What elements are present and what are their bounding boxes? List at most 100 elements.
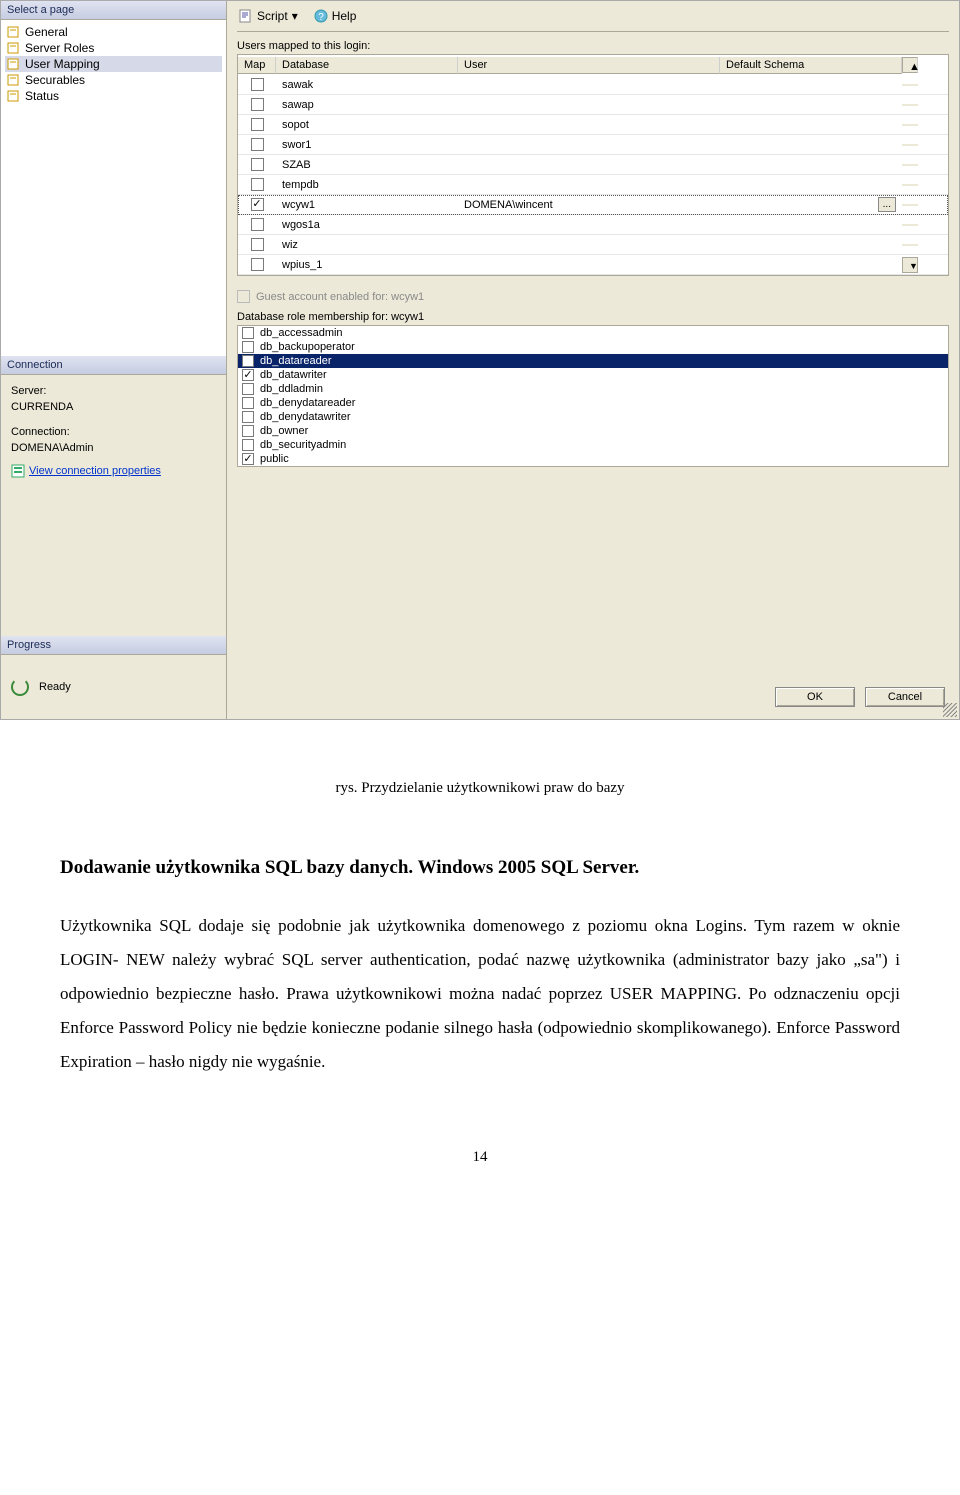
scrollbar-track[interactable] [902,124,918,126]
role-label: db_backupoperator [260,341,355,353]
cell-user [458,104,720,106]
connection-value: DOMENA\Admin [11,440,216,457]
role-checkbox[interactable]: ✓ [242,453,254,465]
scrollbar-track[interactable] [902,184,918,186]
table-row[interactable]: SZAB [238,155,948,175]
role-membership-label: Database role membership for: wcyw1 [237,311,949,323]
map-checkbox[interactable] [251,238,264,251]
page-item-securables[interactable]: Securables [5,72,222,88]
table-row[interactable]: sawap [238,95,948,115]
map-checkbox[interactable] [251,118,264,131]
script-button[interactable]: Script ▾ [239,9,298,23]
cell-database: wpius_1 [276,258,458,272]
role-item-db_accessadmin[interactable]: db_accessadmin [238,326,948,340]
role-item-db_ddladmin[interactable]: db_ddladmin [238,382,948,396]
scrollbar-track[interactable] [902,164,918,166]
role-label: db_ddladmin [260,383,323,395]
role-label: db_denydatareader [260,397,355,409]
role-checkbox[interactable] [242,341,254,353]
document-body: rys. Przydzielanie użytkownikowi praw do… [0,720,960,1206]
role-checkbox[interactable] [242,383,254,395]
role-label: db_owner [260,425,308,437]
role-item-db_datareader[interactable]: ✓ db_datareader [238,354,948,368]
role-checkbox[interactable]: ✓ [242,369,254,381]
cell-schema [720,144,902,146]
role-item-db_denydatawriter[interactable]: db_denydatawriter [238,410,948,424]
scrollbar-track[interactable] [902,144,918,146]
cell-schema [720,164,902,166]
role-item-db_owner[interactable]: db_owner [238,424,948,438]
page-item-general[interactable]: General [5,24,222,40]
cancel-button[interactable]: Cancel [865,687,945,707]
role-item-db_datawriter[interactable]: ✓db_datawriter [238,368,948,382]
table-row[interactable]: sawak [238,75,948,95]
scroll-up-button[interactable]: ▲ [902,57,918,73]
view-connection-properties-link[interactable]: View connection properties [11,463,216,480]
scrollbar-track[interactable] [902,224,918,226]
cell-user [458,164,720,166]
page-icon [7,89,21,103]
table-row[interactable]: wgos1a [238,215,948,235]
role-label: db_datareader [260,355,332,367]
map-checkbox[interactable] [251,98,264,111]
role-item-public[interactable]: ✓ public [238,452,948,466]
doc-paragraph: Użytkownika SQL dodaje się podobnie jak … [60,909,900,1079]
ok-button[interactable]: OK [775,687,855,707]
role-checkbox[interactable] [242,327,254,339]
scrollbar-track[interactable] [902,84,918,86]
page-item-user-mapping[interactable]: User Mapping [5,56,222,72]
role-checkbox[interactable] [242,425,254,437]
col-database[interactable]: Database [276,57,458,74]
map-checkbox[interactable] [251,218,264,231]
table-row[interactable]: wiz [238,235,948,255]
role-item-db_securityadmin[interactable]: db_securityadmin [238,438,948,452]
scrollbar-track[interactable] [902,204,918,206]
map-checkbox[interactable]: ✓ [251,198,264,211]
map-checkbox[interactable] [251,138,264,151]
role-item-db_denydatareader[interactable]: db_denydatareader [238,396,948,410]
map-checkbox[interactable] [251,258,264,271]
page-label: Server Roles [25,41,94,55]
table-row[interactable]: sopot [238,115,948,135]
role-checkbox[interactable] [242,411,254,423]
role-label: public [260,453,289,465]
svg-text:?: ? [318,12,324,23]
cell-schema [720,224,902,226]
scrollbar-track[interactable] [902,244,918,246]
role-label: db_accessadmin [260,327,343,339]
col-map[interactable]: Map [238,57,276,74]
cell-schema [720,244,902,246]
dialog-buttons: OK Cancel [237,677,949,711]
role-checkbox[interactable] [242,397,254,409]
main-pane: Script ▾ ? Help Users mapped to this log… [227,1,959,719]
cell-database: sopot [276,118,458,132]
role-checkbox[interactable] [242,439,254,451]
guest-account-label: Guest account enabled for: wcyw1 [256,291,424,303]
cell-user [458,84,720,86]
page-icon [7,73,21,87]
role-label: db_denydatawriter [260,411,351,423]
help-button[interactable]: ? Help [314,9,357,23]
col-user[interactable]: User [458,57,720,74]
mapping-grid: Map Database User Default Schema ▲ sawak… [237,54,949,276]
col-schema[interactable]: Default Schema [720,57,902,74]
table-row[interactable]: swor1 [238,135,948,155]
help-icon: ? [314,9,328,23]
browse-schema-button[interactable]: ... [878,197,896,212]
table-row[interactable]: wpius_1 ▼ [238,255,948,275]
role-item-db_backupoperator[interactable]: db_backupoperator [238,340,948,354]
mapping-grid-header: Map Database User Default Schema ▲ [238,55,948,75]
table-row[interactable]: tempdb [238,175,948,195]
scroll-down-button[interactable]: ▼ [902,257,918,273]
toolbar: Script ▾ ? Help [237,5,949,32]
page-item-status[interactable]: Status [5,88,222,104]
resize-grip[interactable] [943,703,957,717]
cell-database: SZAB [276,158,458,172]
table-row[interactable]: ✓wcyw1DOMENA\wincent... [238,195,948,215]
role-checkbox[interactable]: ✓ [242,355,254,367]
map-checkbox[interactable] [251,178,264,191]
page-item-server-roles[interactable]: Server Roles [5,40,222,56]
scrollbar-track[interactable] [902,104,918,106]
map-checkbox[interactable] [251,78,264,91]
map-checkbox[interactable] [251,158,264,171]
